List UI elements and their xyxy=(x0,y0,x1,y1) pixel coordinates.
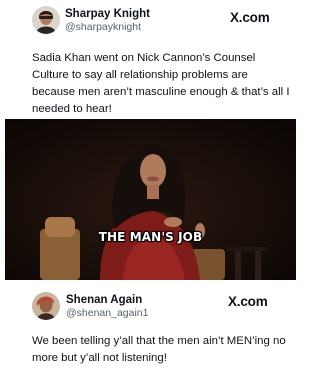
tweet-text: We been telling y’all that the men ain’t… xyxy=(32,335,286,364)
author-name[interactable]: Sharpay Knight xyxy=(65,8,150,20)
author-name[interactable]: Shenan Again xyxy=(66,294,142,306)
x-logo-text: X.com xyxy=(230,10,270,25)
video-caption: THE MAN'S JOB xyxy=(98,230,203,244)
x-logo-text: X.com xyxy=(228,294,268,309)
avatar[interactable] xyxy=(32,6,60,34)
tweet-card: Sharpay Knight @sharpayknight X.com Sadi… xyxy=(0,0,300,284)
tweet-card: Shenan Again @shenan_again1 X.com We bee… xyxy=(0,284,300,375)
video-thumbnail[interactable]: THE MAN'S JOB xyxy=(5,119,296,280)
avatar[interactable] xyxy=(32,292,60,320)
author-handle[interactable]: @shenan_again1 xyxy=(66,307,148,319)
author-handle[interactable]: @sharpayknight xyxy=(65,21,141,33)
tweet-text: Sadia Khan went on Nick Cannon’s Counsel… xyxy=(32,52,290,115)
